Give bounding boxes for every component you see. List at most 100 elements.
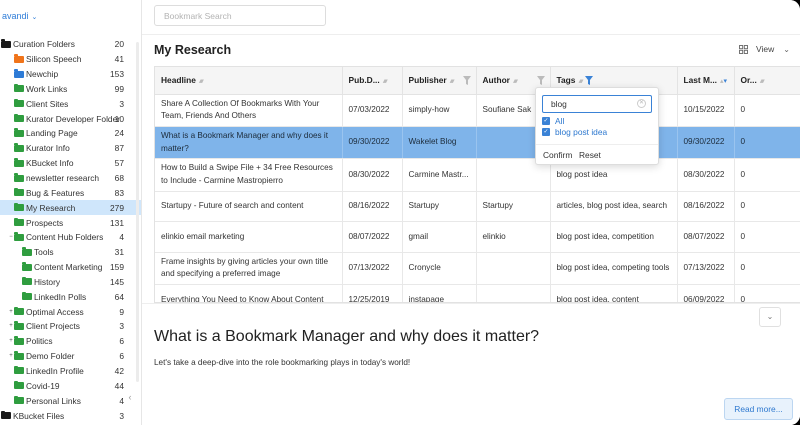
column-header-or[interactable]: Or... ▴▾ (734, 67, 800, 95)
column-header-headline[interactable]: Headline ▴▾ (155, 67, 343, 95)
sidebar-folder-covid-19[interactable]: Covid-19 44 (0, 378, 141, 393)
cell-order: 0 (734, 252, 800, 286)
folder-count: 68 (114, 173, 124, 184)
table-row[interactable]: elinkio email marketing 08/07/2022 gmail el… (155, 221, 800, 253)
sidebar-folder-work-links[interactable]: Work Links 99 (0, 82, 141, 97)
column-header-publisher[interactable]: Publisher ▴▾ (402, 67, 477, 95)
cell-headline: What is a Bookmark Manager and why does … (155, 126, 343, 160)
detail-title: What is a Bookmark Manager and why does … (154, 328, 540, 345)
folder-icon (14, 336, 24, 345)
column-header-label: Publisher (408, 75, 447, 86)
table-row[interactable]: Share A Collection Of Bookmarks With You… (155, 94, 800, 127)
sort-icon[interactable]: ▴▾ (720, 78, 727, 85)
cell-headline: Frame insights by giving articles your o… (155, 252, 343, 286)
folder-count: 6 (119, 351, 124, 362)
sidebar-folder-personal-links[interactable]: Personal Links 4 (0, 393, 141, 408)
filter-icon[interactable] (536, 76, 545, 85)
cell-author (476, 284, 551, 302)
column-header-label: Or... (740, 75, 757, 86)
sidebar-folder-kurator-info[interactable]: Kurator Info 87 (0, 141, 141, 156)
table-row[interactable]: Everything You Need to Know About Conten… (155, 284, 800, 302)
sidebar-folder-content-hub-folders[interactable]: − Content Hub Folders 4 (0, 230, 141, 245)
sidebar-scrollbar[interactable] (136, 42, 139, 382)
folder-count: 41 (114, 54, 124, 65)
cell-order: 0 (734, 126, 800, 160)
sidebar-folder-landing-page[interactable]: Landing Page 24 (0, 126, 141, 141)
read-more-button[interactable]: Read more... (724, 398, 793, 420)
user-menu[interactable]: avandi ⌄ (2, 11, 37, 21)
sidebar-folder-curation-folders[interactable]: −Curation Folders20 (0, 37, 141, 52)
table-body: Share A Collection Of Bookmarks With You… (155, 94, 800, 302)
tag-filter-dropdown: ✕ ✓ All ✓ blog post idea Confirm Reset (535, 87, 659, 165)
sidebar-folder-newchip[interactable]: Newchip 153 (0, 67, 141, 82)
folder-icon (22, 247, 32, 256)
sort-icon[interactable]: ▴▾ (199, 78, 204, 85)
table-row[interactable]: What is a Bookmark Manager and why does … (155, 126, 800, 160)
filter-icon[interactable] (462, 76, 471, 85)
sort-icon[interactable]: ▴▾ (760, 78, 765, 85)
folder-tree: −Curation Folders20Silicon Speech41Newch… (0, 37, 141, 423)
collapse-sidebar-button[interactable]: ‹ (121, 388, 139, 406)
view-toggle-button[interactable]: View ⌄ (739, 44, 790, 54)
sidebar-folder-politics[interactable]: + Politics 6 (0, 334, 141, 349)
sidebar-folder-kbucket-files[interactable]: +KBucket Files3 (0, 408, 141, 423)
expand-detail-button[interactable]: ⌄ (759, 307, 781, 327)
sidebar-folder-optimal-access[interactable]: + Optimal Access 9 (0, 304, 141, 319)
clear-icon[interactable]: ✕ (637, 99, 646, 108)
sidebar-folder-history[interactable]: History 145 (0, 275, 141, 290)
sort-icon[interactable]: ▴▾ (513, 78, 518, 85)
table-row[interactable]: Startupy - Future of search and content 0… (155, 191, 800, 223)
checkbox-checked-icon[interactable]: ✓ (542, 128, 550, 136)
table-row[interactable]: How to Build a Swipe File + 34 Free Reso… (155, 158, 800, 192)
sidebar-folder-client-sites[interactable]: Client Sites 3 (0, 96, 141, 111)
chevron-left-icon: ‹ (128, 392, 132, 402)
cell-pub-date: 07/13/2022 (342, 252, 403, 286)
sidebar-folder-content-marketing[interactable]: Content Marketing 159 (0, 260, 141, 275)
cell-pub-date: 09/30/2022 (342, 126, 403, 160)
cell-publisher: gmail (402, 221, 477, 253)
sort-icon[interactable]: ▴▾ (450, 78, 455, 85)
sidebar-folder-newsletter-research[interactable]: newsletter research 68 (0, 171, 141, 186)
bookmark-search-input[interactable] (154, 5, 326, 26)
cell-pub-date: 12/25/2019 (342, 284, 403, 302)
sidebar-folder-kurator-developer-folder[interactable]: Kurator Developer Folder 10 (0, 111, 141, 126)
sidebar-folder-bug-features[interactable]: Bug & Features 83 (0, 185, 141, 200)
column-header-label: Headline (161, 75, 196, 86)
tag-option-label: blog post idea (555, 127, 608, 137)
page-title: My Research (154, 43, 232, 57)
reset-button[interactable]: Reset (579, 150, 601, 160)
sidebar-folder-tools[interactable]: Tools 31 (0, 245, 141, 260)
sidebar-folder-linkedin-polls[interactable]: LinkedIn Polls 64 (0, 289, 141, 304)
sort-icon[interactable]: ▴▾ (383, 78, 388, 85)
sidebar-folder-linkedin-profile[interactable]: LinkedIn Profile 42 (0, 364, 141, 379)
sort-icon[interactable]: ▴▾ (578, 78, 583, 85)
folder-count: 131 (110, 217, 124, 228)
checkbox-checked-icon[interactable]: ✓ (542, 117, 550, 125)
folder-icon (1, 39, 11, 48)
sidebar-folder-silicon-speech[interactable]: Silicon Speech 41 (0, 52, 141, 67)
folder-name: LinkedIn Polls (34, 291, 87, 302)
sidebar: avandi⌄ −Curation Folders20Silicon Speec… (0, 0, 142, 425)
folder-count: 4 (119, 232, 124, 243)
cell-headline: elinkio email marketing (155, 221, 343, 253)
sidebar-folder-kbucket-info[interactable]: KBucket Info 57 (0, 156, 141, 171)
folder-name: History (34, 276, 61, 287)
sidebar-folder-demo-folder[interactable]: + Demo Folder 6 (0, 349, 141, 364)
folder-count: 24 (114, 128, 124, 139)
sidebar-folder-prospects[interactable]: Prospects 131 (0, 215, 141, 230)
column-header-last-m[interactable]: Last M... ▴▾ (677, 67, 735, 95)
confirm-button[interactable]: Confirm (543, 150, 572, 160)
folder-icon (14, 380, 24, 390)
user-name-label: avandi (2, 11, 29, 21)
table-row[interactable]: Frame insights by giving articles your o… (155, 252, 800, 286)
sidebar-folder-my-research[interactable]: My Research 279 (0, 200, 141, 216)
folder-count: 145 (110, 276, 124, 287)
folder-count: 3 (119, 98, 124, 109)
filter-actions: Confirm Reset (536, 144, 658, 164)
filter-icon[interactable] (584, 76, 593, 85)
sidebar-folder-client-projects[interactable]: + Client Projects 3 (0, 319, 141, 334)
tag-option-blog-post-idea[interactable]: ✓ blog post idea (542, 126, 607, 138)
tag-filter-input[interactable] (542, 95, 652, 113)
folder-icon (14, 83, 24, 93)
column-header-pub-d[interactable]: Pub.D... ▴▾ (342, 67, 403, 95)
